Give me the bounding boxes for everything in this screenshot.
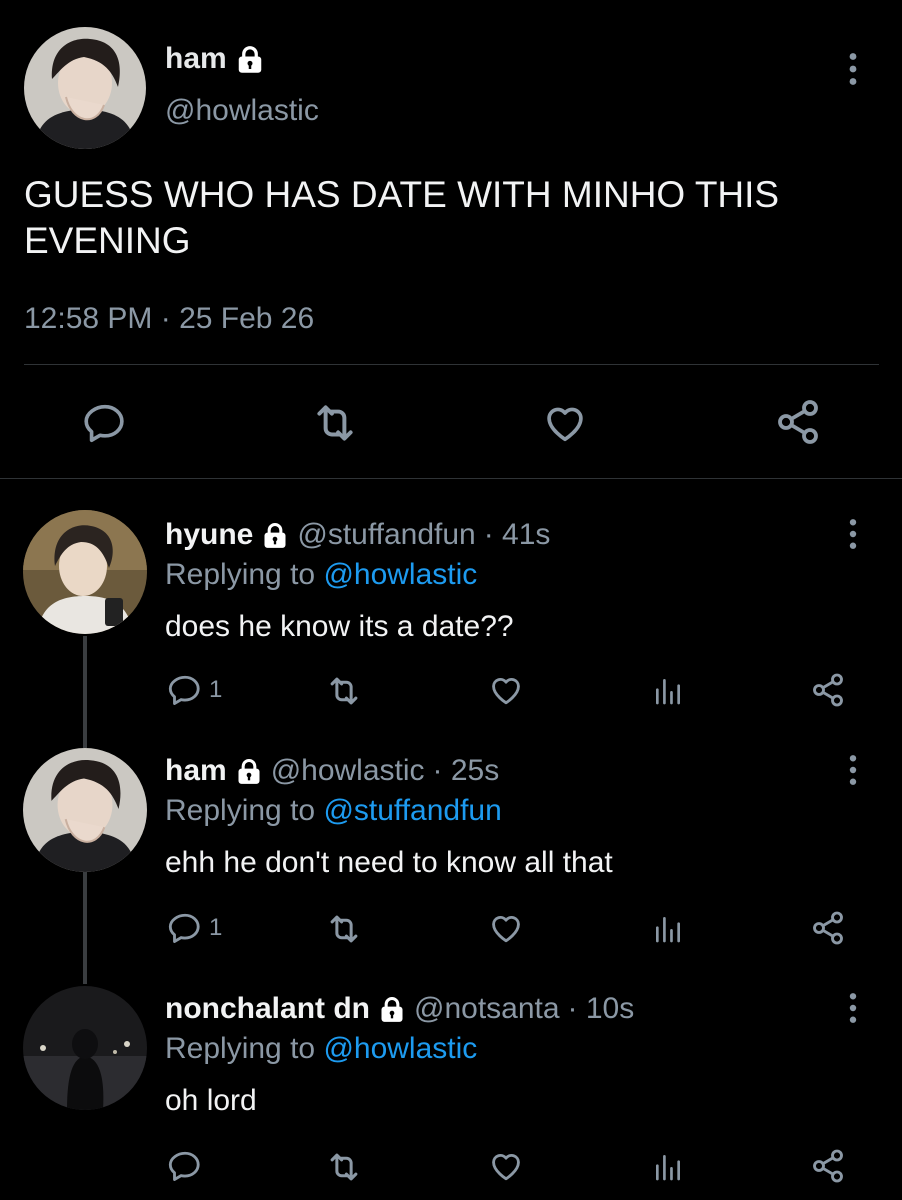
avatar-ham-main[interactable] <box>24 27 146 149</box>
replying-to-prefix: Replying to <box>165 794 316 827</box>
avatar-ham[interactable] <box>23 748 147 872</box>
more-options-icon[interactable] <box>846 754 860 786</box>
reply-author-handle[interactable]: @stuffandfun <box>297 518 475 552</box>
share-icon[interactable] <box>810 672 846 708</box>
reply-count: 1 <box>209 914 223 941</box>
retweet-icon[interactable] <box>325 1148 363 1186</box>
replying-to-link[interactable]: @stuffandfun <box>323 794 501 827</box>
reply-icon[interactable] <box>167 672 203 708</box>
like-icon[interactable] <box>488 1148 524 1184</box>
replying-to-prefix: Replying to <box>165 1032 316 1065</box>
lock-icon <box>235 44 265 74</box>
replying-to-link[interactable]: @howlastic <box>323 558 477 591</box>
author-name-text: ham <box>165 42 227 75</box>
reply-author-handle[interactable]: @notsanta <box>414 992 560 1026</box>
reply-icon[interactable] <box>167 910 203 946</box>
reply-author-name[interactable]: nonchalant dn <box>165 992 370 1026</box>
stats-icon[interactable] <box>652 674 684 708</box>
more-options-icon[interactable] <box>846 518 860 550</box>
avatar-nonchalant-dn[interactable] <box>23 986 147 1110</box>
reply-header: nonchalant dn @notsanta · 10s <box>165 992 634 1026</box>
reply-count: 1 <box>209 676 223 703</box>
like-icon[interactable] <box>488 672 524 708</box>
like-icon[interactable] <box>542 400 588 446</box>
replying-to-prefix: Replying to <box>165 558 316 591</box>
reply-text: oh lord <box>165 1084 257 1117</box>
lock-icon <box>261 521 289 549</box>
main-tweet-timestamp[interactable]: 12:58 PM · 25 Feb 26 <box>24 302 314 336</box>
divider <box>0 478 902 479</box>
replying-to: Replying to @howlastic <box>165 558 477 592</box>
more-options-icon[interactable] <box>846 992 860 1024</box>
reply-header: ham @howlastic · 25s <box>165 754 499 788</box>
share-icon[interactable] <box>810 910 846 946</box>
reply-icon[interactable] <box>82 400 128 446</box>
divider <box>24 364 879 365</box>
retweet-icon[interactable] <box>325 910 363 948</box>
reply-time: · 25s <box>432 754 500 787</box>
reply-header: hyune @stuffandfun · 41s <box>165 518 550 552</box>
reply-text: does he know its a date?? <box>165 610 514 643</box>
main-author-name[interactable]: ham <box>165 42 265 76</box>
reply-author-handle[interactable]: @howlastic <box>271 754 425 788</box>
share-icon[interactable] <box>774 398 822 446</box>
share-icon[interactable] <box>810 1148 846 1184</box>
main-tweet-text: GUESS WHO HAS DATE WITH MINHO THIS EVENI… <box>24 174 780 261</box>
reply-action[interactable]: 1 <box>167 672 222 708</box>
reply-action[interactable]: 1 <box>167 910 222 946</box>
thread-line <box>83 872 87 984</box>
avatar-hyune[interactable] <box>23 510 147 634</box>
retweet-icon[interactable] <box>325 672 363 710</box>
reply-author-name[interactable]: hyune <box>165 518 253 552</box>
stats-icon[interactable] <box>652 1150 684 1184</box>
reply-author-name[interactable]: ham <box>165 754 227 788</box>
replying-to: Replying to @howlastic <box>165 1032 477 1066</box>
like-icon[interactable] <box>488 910 524 946</box>
retweet-icon[interactable] <box>310 398 360 448</box>
main-author-handle[interactable]: @howlastic <box>165 94 319 128</box>
more-options-icon[interactable] <box>846 52 860 86</box>
reply-time: · 41s <box>483 518 551 551</box>
reply-text: ehh he don't need to know all that <box>165 846 613 879</box>
stats-icon[interactable] <box>652 912 684 946</box>
lock-icon <box>235 757 263 785</box>
reply-icon[interactable] <box>167 1148 203 1184</box>
lock-icon <box>378 995 406 1023</box>
reply-time: · 10s <box>567 992 635 1025</box>
replying-to: Replying to @stuffandfun <box>165 794 502 828</box>
thread-line <box>83 636 87 748</box>
replying-to-link[interactable]: @howlastic <box>323 1032 477 1065</box>
